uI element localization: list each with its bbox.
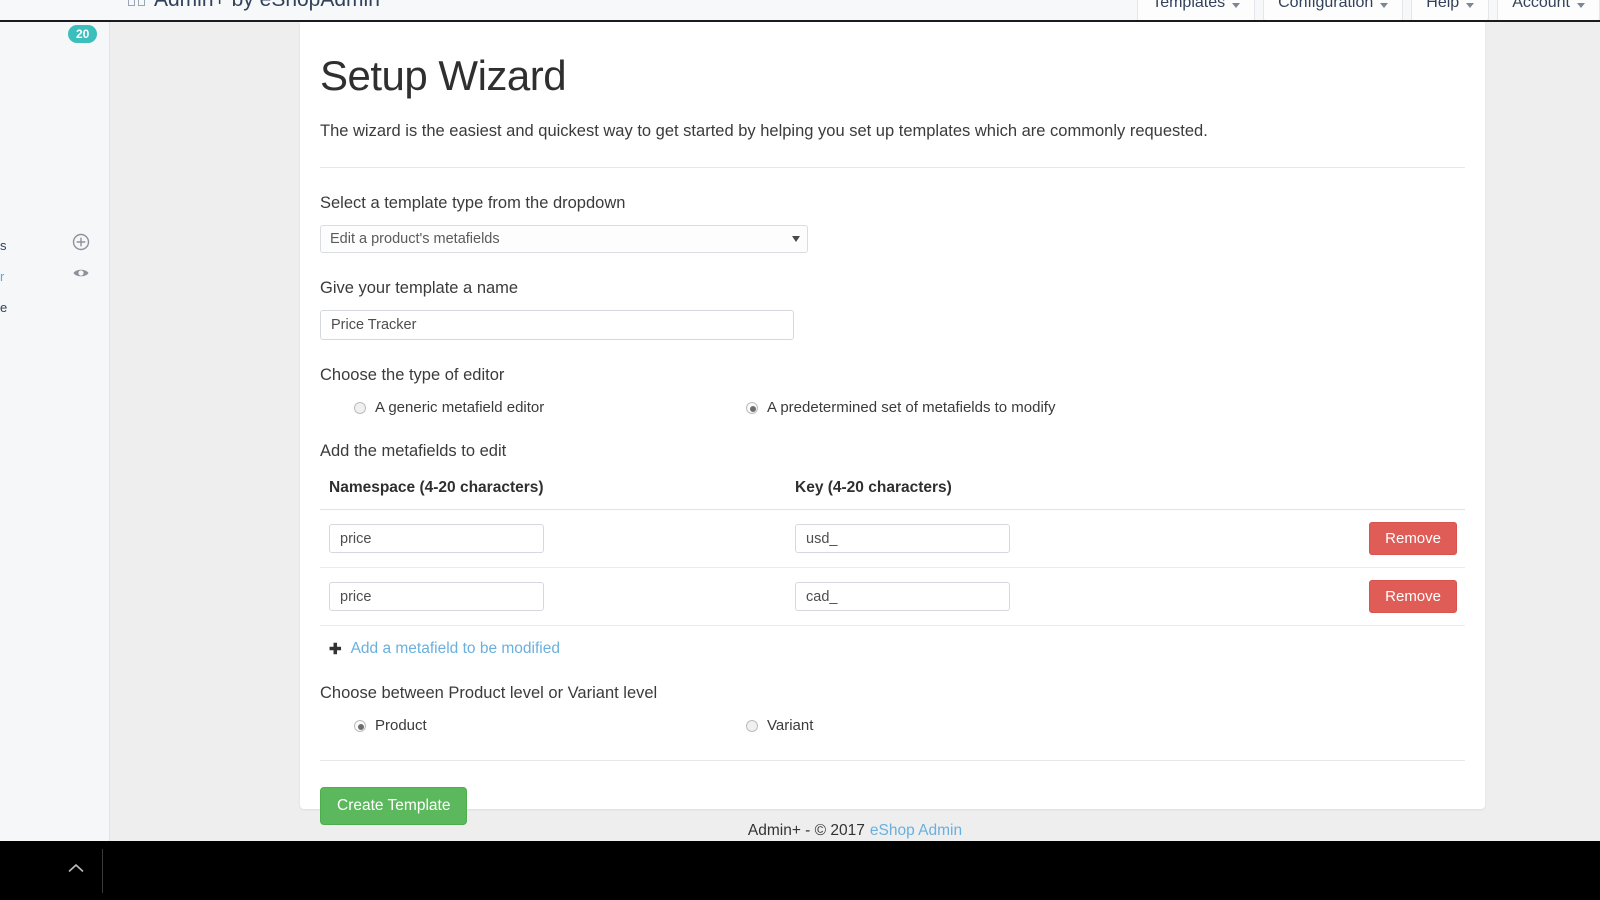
chevron-down-icon (1380, 3, 1388, 8)
main-content-card: Setup Wizard The wizard is the easiest a… (300, 22, 1485, 809)
radio-option-generic-editor[interactable]: A generic metafield editor (354, 399, 746, 416)
column-header-actions (1270, 473, 1465, 510)
radio-label-product: Product (375, 717, 427, 734)
key-input-row-1[interactable] (795, 524, 1010, 553)
chevron-down-icon (1466, 3, 1474, 8)
rail-text-fragment-2: r (0, 269, 4, 284)
page-footer: Admin+ - © 2017 eShop Admin (110, 820, 1600, 841)
chevron-down-icon (1232, 3, 1240, 8)
key-input-row-2[interactable] (795, 582, 1010, 611)
footer-copyright: Admin+ - © 2017 (748, 822, 865, 840)
top-navigation-bar: Admin+ by eShopAdmin Templates Configura… (0, 0, 1600, 22)
radio-label-variant: Variant (767, 717, 813, 734)
radio-option-variant[interactable]: Variant (746, 717, 813, 734)
chevron-down-icon (1577, 3, 1585, 8)
add-metafield-row[interactable]: ✚ Add a metafield to be modified (320, 640, 1465, 658)
cell-actions: Remove (1270, 510, 1465, 568)
cell-key (795, 568, 1270, 626)
radio-option-predetermined-set[interactable]: A predetermined set of metafields to mod… (746, 399, 1055, 416)
level-radio-group: Product Variant (320, 717, 1465, 734)
radio-indicator-product[interactable] (354, 720, 366, 732)
template-type-select[interactable]: Edit a product's metafields (320, 225, 808, 253)
apps-grid-icon (128, 0, 146, 8)
namespace-input-row-1[interactable] (329, 524, 544, 553)
radio-option-product[interactable]: Product (354, 717, 746, 734)
nav-button-configuration-label: Configuration (1278, 0, 1373, 12)
table-row: Remove (320, 510, 1465, 568)
cell-namespace (320, 510, 795, 568)
nav-button-account-label: Account (1512, 0, 1570, 12)
editor-type-label: Choose the type of editor (320, 366, 1465, 385)
template-type-select-wrapper[interactable]: Edit a product's metafields (320, 225, 808, 253)
radio-indicator-generic-editor[interactable] (354, 402, 366, 414)
column-header-namespace: Namespace (4-20 characters) (320, 473, 795, 510)
namespace-input-row-2[interactable] (329, 582, 544, 611)
app-brand: Admin+ by eShopAdmin (128, 0, 380, 12)
nav-button-templates-label: Templates (1152, 0, 1225, 12)
plus-icon: ✚ (329, 642, 342, 657)
notification-count-badge: 20 (68, 25, 97, 43)
nav-button-account[interactable]: Account (1497, 0, 1600, 22)
add-metafield-link[interactable]: Add a metafield to be modified (351, 640, 560, 658)
column-header-key: Key (4-20 characters) (795, 473, 1270, 510)
rail-text-fragment-1: s (0, 238, 7, 253)
eye-icon[interactable] (72, 264, 90, 282)
radio-label-generic-editor: A generic metafield editor (375, 399, 544, 416)
metafields-table: Namespace (4-20 characters) Key (4-20 ch… (320, 473, 1465, 626)
radio-indicator-predetermined-set[interactable] (746, 402, 758, 414)
template-type-label: Select a template type from the dropdown (320, 194, 1465, 213)
rail-text-fragment-3: e (0, 300, 7, 315)
metafields-section-label: Add the metafields to edit (320, 442, 1465, 461)
divider (320, 760, 1465, 761)
bottom-bar-divider (102, 849, 103, 893)
page-subtitle: The wizard is the easiest and quickest w… (320, 122, 1465, 141)
divider (320, 167, 1465, 168)
radio-indicator-variant[interactable] (746, 720, 758, 732)
chevron-up-icon[interactable] (68, 863, 84, 873)
nav-button-help[interactable]: Help (1411, 0, 1489, 22)
cell-namespace (320, 568, 795, 626)
template-name-label: Give your template a name (320, 279, 1465, 298)
cell-actions: Remove (1270, 568, 1465, 626)
table-row: Remove (320, 568, 1465, 626)
radio-label-predetermined-set: A predetermined set of metafields to mod… (767, 399, 1055, 416)
footer-link-eshop-admin[interactable]: eShop Admin (870, 822, 962, 840)
table-header-row: Namespace (4-20 characters) Key (4-20 ch… (320, 473, 1465, 510)
remove-button-row-2[interactable]: Remove (1369, 580, 1457, 613)
bottom-status-bar (0, 841, 1600, 900)
app-brand-label: Admin+ by eShopAdmin (154, 0, 380, 12)
editor-type-radio-group: A generic metafield editor A predetermin… (320, 399, 1465, 416)
nav-button-help-label: Help (1426, 0, 1459, 12)
nav-button-templates[interactable]: Templates (1137, 0, 1255, 22)
app-root: Admin+ by eShopAdmin Templates Configura… (0, 0, 1600, 900)
chevron-down-icon (792, 236, 800, 242)
cell-key (795, 510, 1270, 568)
template-name-input[interactable] (320, 310, 794, 340)
page-title: Setup Wizard (320, 52, 1465, 100)
left-rail-panel: 20 s r e (0, 22, 110, 841)
nav-button-group: Templates Configuration Help Account (1137, 0, 1600, 22)
plus-circle-icon[interactable] (72, 233, 90, 251)
remove-button-row-1[interactable]: Remove (1369, 522, 1457, 555)
nav-button-configuration[interactable]: Configuration (1263, 0, 1403, 22)
level-section-label: Choose between Product level or Variant … (320, 684, 1465, 703)
